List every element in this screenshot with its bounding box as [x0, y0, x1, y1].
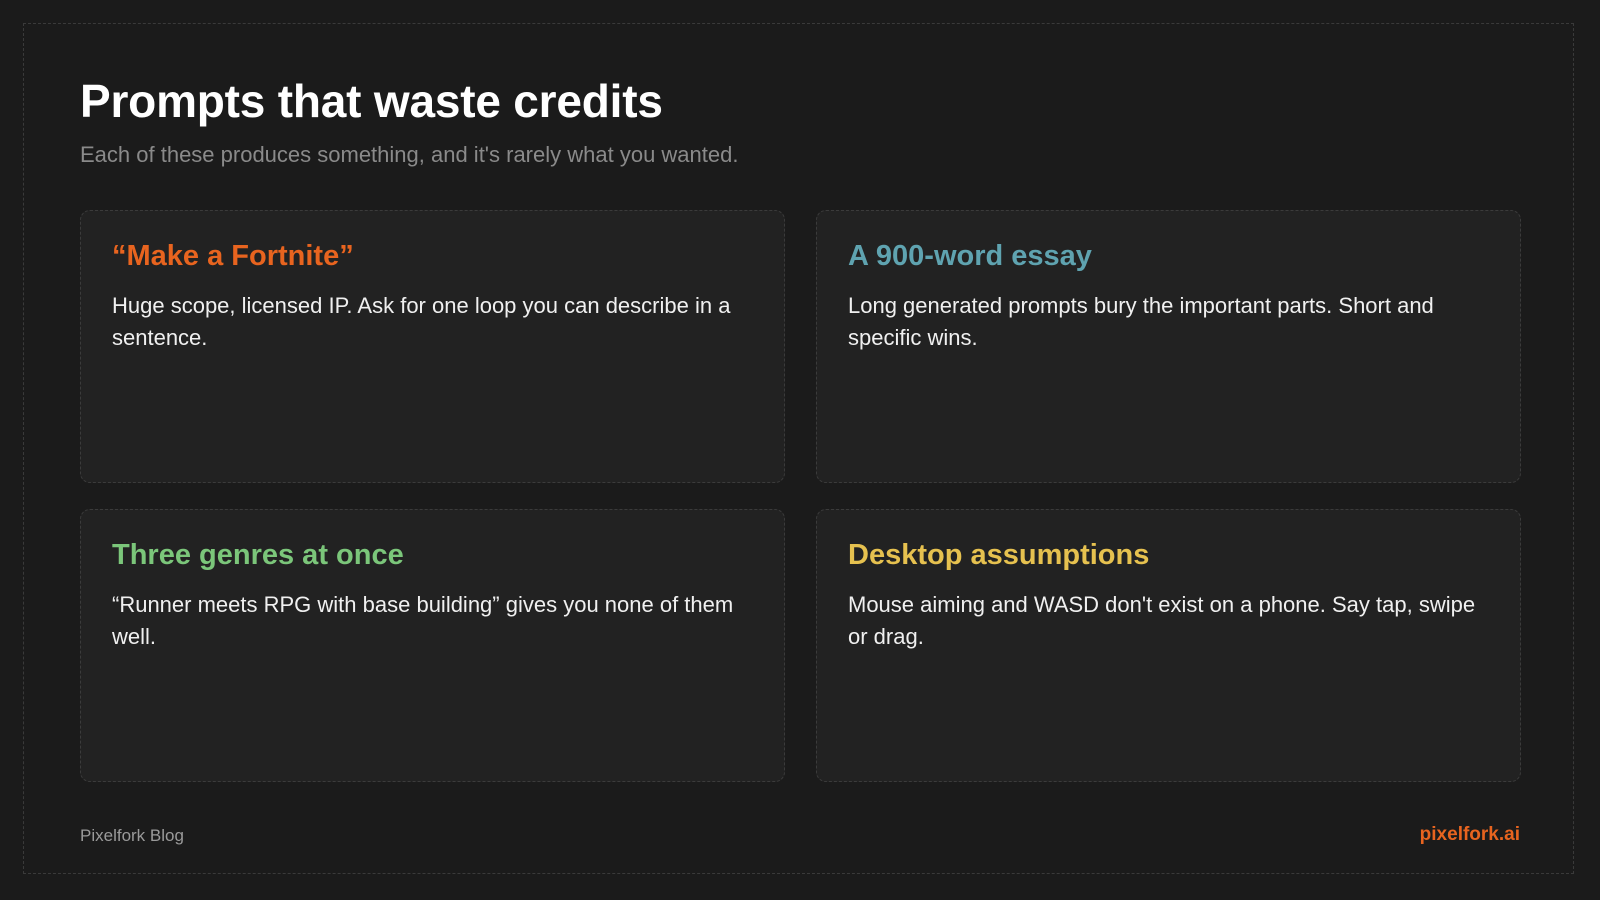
card-desktop-assumptions: Desktop assumptions Mouse aiming and WAS… — [816, 509, 1521, 782]
card-title: Three genres at once — [112, 539, 404, 571]
card-title: Desktop assumptions — [848, 539, 1150, 571]
card-body: Huge scope, licensed IP. Ask for one loo… — [112, 292, 731, 350]
card-title: A 900-word essay — [848, 240, 1092, 272]
card-title: “Make a Fortnite” — [112, 240, 354, 272]
card-body: “Runner meets RPG with base building” gi… — [112, 591, 734, 649]
page-subtitle: Each of these produces something, and it… — [80, 142, 739, 167]
page-title: Prompts that waste credits — [80, 75, 663, 127]
card-make-a-fortnite: “Make a Fortnite” Huge scope, licensed I… — [80, 210, 785, 483]
card-body: Mouse aiming and WASD don't exist on a p… — [848, 591, 1476, 649]
card-body: Long generated prompts bury the importan… — [848, 292, 1434, 350]
card-three-genres: Three genres at once “Runner meets RPG w… — [80, 509, 785, 782]
card-900-word-essay: A 900-word essay Long generated prompts … — [816, 210, 1521, 483]
footer-site-link[interactable]: pixelfork.ai — [1420, 824, 1520, 846]
footer-blog-name: Pixelfork Blog — [80, 826, 184, 845]
